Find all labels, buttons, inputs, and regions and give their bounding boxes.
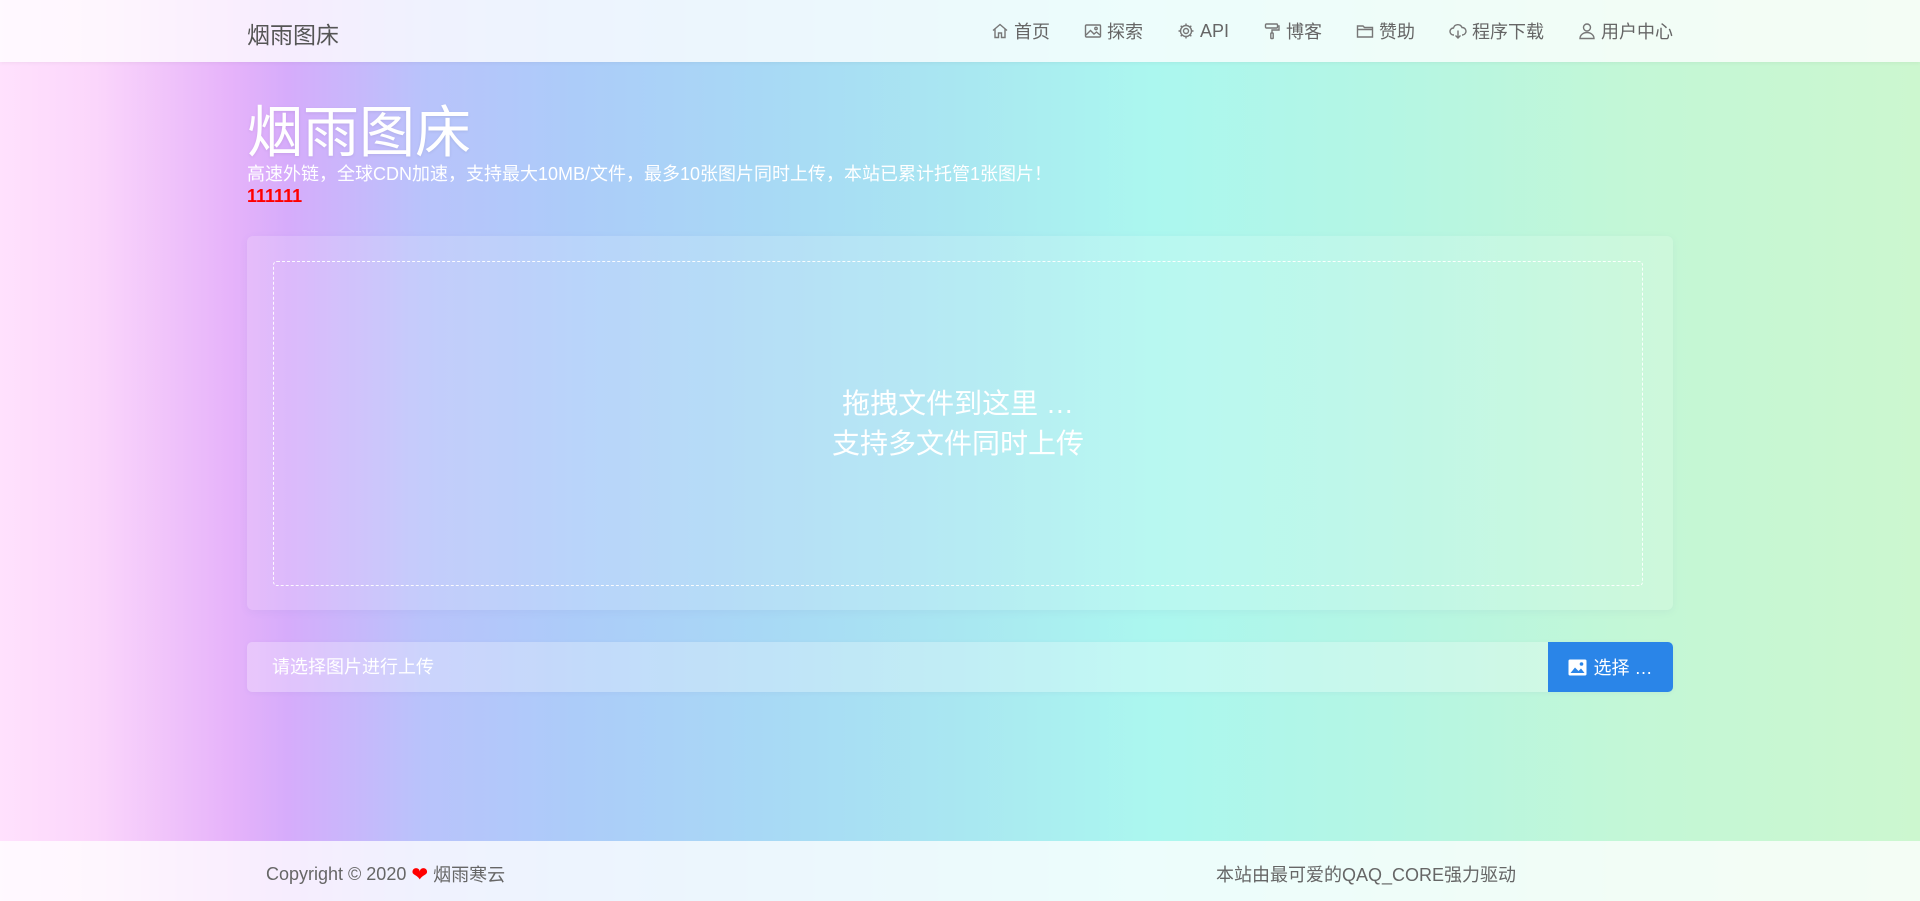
brand-logo[interactable]: 烟雨图床 [247,16,339,50]
image-icon [1568,659,1587,675]
nav-item-label: 赞助 [1379,22,1415,42]
nav-item-blog[interactable]: 博客 [1263,18,1322,44]
page-footer: Copyright © 2020 ❤ 烟雨寒云 本站由最可爱的QAQ_CORE强… [0,841,1920,901]
upload-input-group: 选择 … [247,642,1673,692]
page-title: 烟雨图床 [247,101,471,164]
nav-item-label: 用户中心 [1601,22,1673,42]
select-button-label: 选择 … [1593,658,1653,678]
top-navbar: 烟雨图床 首页 探索 API 博客 赞助 程序下载 用户中心 [0,0,1920,62]
file-drop-zone[interactable]: 拖拽文件到这里 … 支持多文件同时上传 [273,261,1643,586]
nav-item-user-center[interactable]: 用户中心 [1578,18,1673,44]
paint-roller-icon [1264,23,1280,40]
nav-item-label: API [1199,20,1229,41]
file-path-input[interactable] [247,642,1548,692]
nav-item-label: 首页 [1013,22,1050,42]
gear-icon [1178,23,1194,39]
nav-item-api[interactable]: API [1177,18,1229,44]
select-file-button[interactable]: 选择 … [1548,642,1673,692]
notice-text: 111111 [247,186,303,206]
home-icon [992,23,1008,39]
heart-icon: ❤ [411,863,429,886]
author-name: 烟雨寒云 [433,865,506,885]
nav-item-label: 博客 [1286,22,1322,42]
drop-zone-hint: 拖拽文件到这里 … [842,387,1074,419]
copyright-text: Copyright © 2020 [266,863,407,884]
page-subtitle: 高速外链，全球CDN加速，支持最大10MB/文件，最多10张图片同时上传，本站已… [247,164,1053,184]
upload-card: 拖拽文件到这里 … 支持多文件同时上传 [247,236,1673,610]
nav-item-download[interactable]: 程序下载 [1449,18,1544,44]
nav-item-label: 程序下载 [1472,22,1544,42]
image-icon [1084,24,1102,38]
folder-icon [1356,25,1374,38]
nav-item-explore[interactable]: 探索 [1084,18,1143,44]
cloud-download-icon [1449,24,1467,39]
user-icon [1579,23,1595,40]
nav-menu: 首页 探索 API 博客 赞助 程序下载 用户中心 [991,18,1673,44]
copyright: Copyright © 2020 ❤ 烟雨寒云 [266,861,505,887]
nav-item-sponsor[interactable]: 赞助 [1356,18,1415,44]
nav-item-label: 探索 [1106,22,1143,42]
drop-zone-subhint: 支持多文件同时上传 [831,427,1084,459]
nav-item-home[interactable]: 首页 [991,18,1050,44]
powered-by-text: 本站由最可爱的QAQ_CORE强力驱动 [1216,865,1517,885]
